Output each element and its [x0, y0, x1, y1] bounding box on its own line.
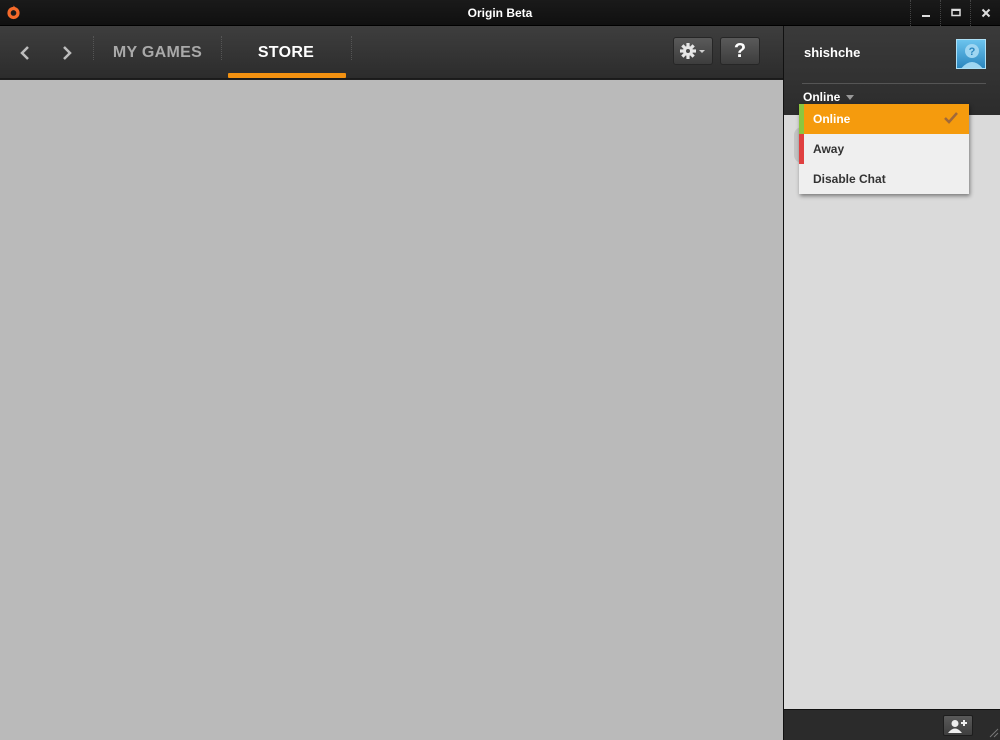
nav-divider: [93, 36, 94, 60]
check-icon: [944, 112, 958, 124]
status-option-label: Disable Chat: [813, 172, 886, 186]
default-avatar-icon: ?: [961, 44, 983, 68]
tab-store[interactable]: STORE: [222, 26, 350, 79]
status-color-away: [799, 134, 804, 164]
avatar[interactable]: ?: [956, 39, 986, 69]
chevron-left-icon: [20, 46, 29, 60]
help-icon: ?: [733, 39, 747, 62]
friends-panel-footer: [784, 709, 1000, 740]
title-bar: Origin Beta: [0, 0, 1000, 26]
status-option-online[interactable]: Online: [799, 104, 969, 134]
status-color-online: [799, 104, 804, 134]
nav-divider: [351, 36, 352, 60]
close-icon: [981, 8, 990, 18]
status-selector[interactable]: Online: [803, 90, 855, 104]
tab-my-games[interactable]: MY GAMES: [95, 26, 220, 79]
add-friend-icon: [948, 719, 967, 733]
minimize-button[interactable]: [910, 0, 940, 26]
friends-list: [784, 115, 1000, 709]
settings-button[interactable]: [673, 37, 713, 65]
resize-grip-icon[interactable]: [987, 726, 999, 738]
status-label: Online: [803, 90, 841, 104]
close-button[interactable]: [970, 0, 1000, 26]
maximize-icon: [950, 8, 961, 17]
add-friend-button[interactable]: [943, 715, 973, 736]
active-tab-indicator: [228, 73, 346, 78]
gear-icon: [680, 43, 705, 59]
window-title: Origin Beta: [467, 6, 533, 20]
status-option-label: Away: [813, 142, 845, 156]
back-button[interactable]: [12, 40, 38, 66]
minimize-icon: [921, 15, 930, 17]
status-dropdown-menu: Online Away Disable Chat: [799, 104, 969, 194]
maximize-button[interactable]: [940, 0, 970, 26]
chevron-down-icon: [846, 95, 855, 100]
status-option-disable-chat[interactable]: Disable Chat: [799, 164, 969, 194]
header-divider: [802, 83, 986, 84]
store-content-area: [0, 80, 783, 740]
help-button[interactable]: ?: [720, 37, 760, 65]
main-nav-bar: MY GAMES STORE ?: [0, 26, 783, 79]
svg-text:?: ?: [969, 46, 976, 58]
friends-panel-header: shishche ? Online: [784, 26, 1000, 115]
status-option-away[interactable]: Away: [799, 134, 969, 164]
chevron-right-icon: [63, 46, 72, 60]
forward-button[interactable]: [54, 40, 80, 66]
window-controls: [910, 0, 1000, 26]
status-option-label: Online: [813, 112, 851, 126]
username: shishche: [804, 45, 861, 60]
